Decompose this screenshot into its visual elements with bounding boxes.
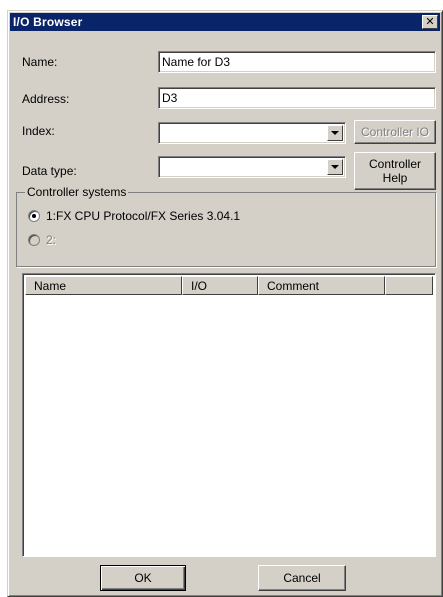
- controller-system-option-1[interactable]: 1:FX CPU Protocol/FX Series 3.04.1: [28, 209, 240, 223]
- radio-button-checked[interactable]: [28, 210, 40, 222]
- controller-system-option-1-label: 1:FX CPU Protocol/FX Series 3.04.1: [46, 209, 241, 223]
- address-input[interactable]: D3: [158, 87, 436, 109]
- controller-system-option-2: 2:: [28, 233, 56, 247]
- cancel-button[interactable]: Cancel: [258, 565, 346, 591]
- name-input[interactable]: Name for D3: [158, 51, 436, 73]
- controller-help-line1: Controller: [368, 157, 422, 171]
- controller-system-option-2-label: 2:: [46, 233, 57, 247]
- column-header-extra[interactable]: [385, 276, 433, 295]
- radio-button-disabled: [28, 234, 40, 246]
- controller-systems-legend: Controller systems: [25, 185, 129, 199]
- column-header-io[interactable]: I/O: [182, 276, 258, 295]
- column-header-name[interactable]: Name: [25, 276, 182, 295]
- close-icon: ✕: [425, 15, 435, 28]
- io-browser-dialog: I/O Browser ✕ Name: Name for D3 Address:…: [7, 10, 443, 597]
- window-title: I/O Browser: [13, 15, 83, 29]
- close-button[interactable]: ✕: [422, 15, 438, 29]
- datatype-combobox[interactable]: [158, 156, 346, 178]
- list-header: Name I/O Comment: [25, 276, 433, 295]
- index-label: Index:: [22, 124, 55, 138]
- datatype-label: Data type:: [22, 164, 77, 178]
- controller-systems-group: Controller systems 1:FX CPU Protocol/FX …: [16, 185, 436, 267]
- column-header-comment[interactable]: Comment: [258, 276, 385, 295]
- name-label: Name:: [22, 55, 58, 69]
- index-combobox[interactable]: [158, 122, 346, 144]
- controller-io-button[interactable]: Controller IO: [354, 120, 436, 144]
- chevron-down-icon[interactable]: [327, 125, 343, 141]
- title-bar[interactable]: I/O Browser ✕: [10, 13, 440, 31]
- chevron-down-icon[interactable]: [327, 159, 343, 175]
- controller-help-button[interactable]: Controller Help: [354, 152, 436, 190]
- ok-button[interactable]: OK: [100, 565, 186, 591]
- controller-help-line2: Help: [382, 171, 408, 185]
- address-label: Address:: [22, 92, 70, 106]
- io-list-view[interactable]: Name I/O Comment: [22, 273, 436, 557]
